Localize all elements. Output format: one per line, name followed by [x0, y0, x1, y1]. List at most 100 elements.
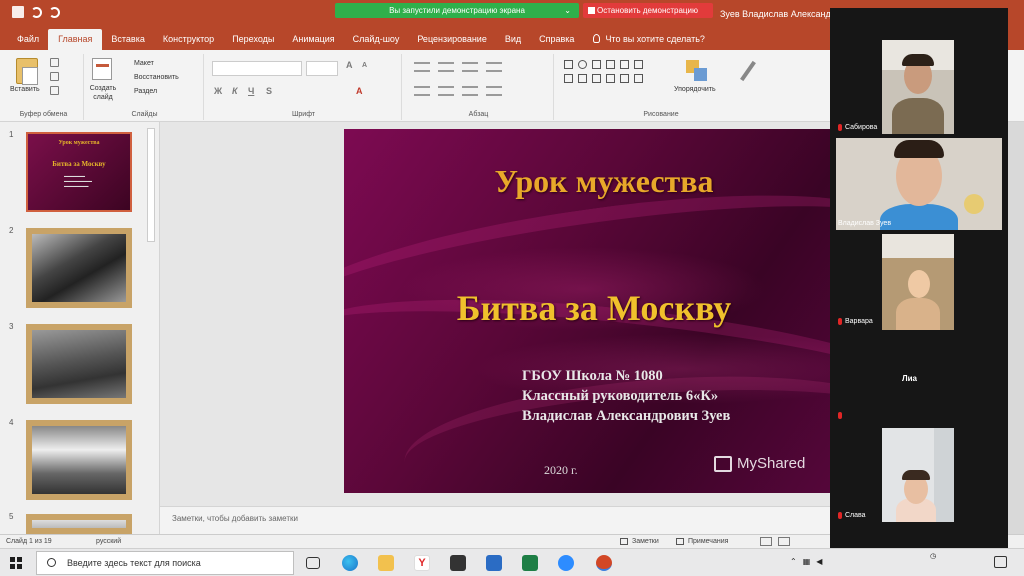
justify-icon[interactable]: [486, 86, 502, 96]
slide-year[interactable]: 2020 г.: [544, 463, 578, 478]
arrow-shape-icon[interactable]: [606, 60, 615, 69]
participant-video-1[interactable]: [882, 40, 954, 134]
zoom-icon[interactable]: [558, 555, 574, 571]
participant-name-4[interactable]: Лиа: [902, 374, 917, 383]
shrink-font-icon[interactable]: A: [362, 62, 367, 69]
slide-thumbnail-3[interactable]: [26, 324, 132, 404]
new-slide-icon[interactable]: [92, 58, 112, 80]
shape-icon[interactable]: [564, 74, 573, 83]
language-indicator[interactable]: русский: [96, 538, 121, 545]
quick-styles-icon[interactable]: [740, 60, 756, 82]
paste-icon[interactable]: [16, 58, 38, 85]
bullets-icon[interactable]: [414, 62, 430, 72]
taskbar-search-input[interactable]: Введите здесь текст для поиска: [36, 551, 294, 575]
align-left-icon[interactable]: [414, 86, 430, 96]
redo-icon[interactable]: [49, 6, 60, 18]
current-slide[interactable]: Урок мужества Битва за Москву ГБОУ Школа…: [344, 129, 830, 493]
numbering-icon[interactable]: [438, 62, 454, 72]
notes-toggle[interactable]: Заметки: [620, 538, 659, 545]
format-painter-icon[interactable]: [50, 86, 59, 95]
cut-icon[interactable]: [50, 58, 59, 67]
undo-icon[interactable]: [31, 6, 42, 18]
tab-slideshow[interactable]: Слайд-шоу: [344, 34, 409, 50]
shape-icon[interactable]: [634, 74, 643, 83]
new-slide-label[interactable]: Создать слайд: [86, 84, 120, 102]
underline-icon[interactable]: Ч: [248, 86, 254, 96]
tab-insert[interactable]: Вставка: [102, 34, 153, 50]
font-color-icon[interactable]: A: [356, 86, 363, 96]
align-center-icon[interactable]: [438, 86, 454, 96]
tray-chevron-icon[interactable]: ⌃: [790, 557, 797, 566]
windows-start-icon[interactable]: [10, 557, 22, 569]
shape-icon[interactable]: [620, 74, 629, 83]
slide-info-block[interactable]: ГБОУ Школа № 1080 Классный руководитель …: [522, 366, 730, 426]
notes-pane[interactable]: Заметки, чтобы добавить заметки: [160, 506, 830, 534]
tab-animations[interactable]: Анимация: [283, 34, 343, 50]
paste-label[interactable]: Вставить: [10, 86, 40, 93]
participant-video-3[interactable]: [882, 234, 954, 330]
bold-icon[interactable]: Ж: [214, 86, 222, 96]
thumbnail-1-info-lines: ▬▬▬▬▬▬ ▬▬▬▬▬▬▬▬ ▬▬▬▬▬▬▬: [64, 174, 92, 188]
file-explorer-icon[interactable]: [378, 555, 394, 571]
excel-icon[interactable]: [522, 555, 538, 571]
font-size-input[interactable]: [306, 61, 338, 76]
save-icon[interactable]: [12, 6, 24, 18]
tab-help[interactable]: Справка: [530, 34, 583, 50]
store-icon[interactable]: [450, 555, 466, 571]
slide-thumbnail-5[interactable]: [26, 514, 132, 534]
font-name-input[interactable]: [212, 61, 302, 76]
comments-toggle[interactable]: Примечания: [676, 538, 728, 545]
shadow-icon[interactable]: S: [266, 86, 272, 96]
slide-sorter-icon[interactable]: [778, 537, 790, 546]
quick-access-toolbar: [12, 6, 60, 18]
oval-shape-icon[interactable]: [578, 60, 587, 69]
shape-icon[interactable]: [592, 74, 601, 83]
slide-thumbnail-4[interactable]: [26, 420, 132, 500]
layout-button[interactable]: Макет: [134, 60, 154, 67]
arrange-icon[interactable]: [686, 60, 708, 82]
copy-icon[interactable]: [50, 72, 59, 81]
indent-icon[interactable]: [462, 62, 478, 72]
slide-subtitle[interactable]: Битва за Москву: [384, 287, 804, 329]
task-view-icon[interactable]: [306, 557, 320, 569]
rectangle-shape-icon[interactable]: [564, 60, 573, 69]
taskbar-clock[interactable]: ◷: [930, 552, 936, 562]
slide-title[interactable]: Урок мужества: [454, 163, 754, 200]
grow-font-icon[interactable]: A: [346, 60, 353, 70]
line-shape-icon[interactable]: [592, 60, 601, 69]
triangle-shape-icon[interactable]: [634, 60, 643, 69]
tell-me-search[interactable]: Что вы хотите сделать?: [583, 34, 705, 50]
normal-view-icon[interactable]: [760, 537, 772, 546]
chevron-down-icon[interactable]: ⌄: [564, 3, 571, 18]
italic-icon[interactable]: К: [232, 86, 238, 96]
powerpoint-icon[interactable]: [596, 555, 612, 571]
participant-video-2[interactable]: [836, 138, 1002, 230]
participant-video-5[interactable]: [882, 428, 954, 522]
align-right-icon[interactable]: [462, 86, 478, 96]
stop-share-button[interactable]: Остановить демонстрацию: [583, 3, 713, 18]
shape-icon[interactable]: [578, 74, 587, 83]
tab-home[interactable]: Главная: [48, 29, 103, 50]
edge-browser-icon[interactable]: [342, 555, 358, 571]
reset-button[interactable]: Восстановить: [134, 74, 179, 81]
mail-icon[interactable]: [486, 555, 502, 571]
line-spacing-icon[interactable]: [486, 62, 502, 72]
section-button[interactable]: Раздел: [134, 88, 157, 95]
tab-review[interactable]: Рецензирование: [408, 34, 496, 50]
yandex-browser-icon[interactable]: Y: [414, 555, 430, 571]
tab-transitions[interactable]: Переходы: [223, 34, 283, 50]
network-icon[interactable]: ▦: [803, 557, 811, 566]
tab-design[interactable]: Конструктор: [154, 34, 223, 50]
slide-thumbnail-1[interactable]: Урок мужества Битва за Москву ▬▬▬▬▬▬ ▬▬▬▬…: [26, 132, 132, 212]
shape-icon[interactable]: [606, 74, 615, 83]
tab-file[interactable]: Файл: [8, 34, 48, 50]
arrange-label[interactable]: Упорядочить: [674, 86, 716, 93]
thumbnail-photo: [32, 426, 126, 494]
tab-view[interactable]: Вид: [496, 34, 530, 50]
thumbnails-scrollbar[interactable]: [147, 128, 155, 242]
notification-icon[interactable]: [994, 556, 1007, 568]
textbox-shape-icon[interactable]: [620, 60, 629, 69]
slide-thumbnail-2[interactable]: [26, 228, 132, 308]
screen-share-banner[interactable]: Вы запустили демонстрацию экрана ⌄: [335, 3, 579, 18]
volume-icon[interactable]: ◀: [816, 557, 822, 566]
